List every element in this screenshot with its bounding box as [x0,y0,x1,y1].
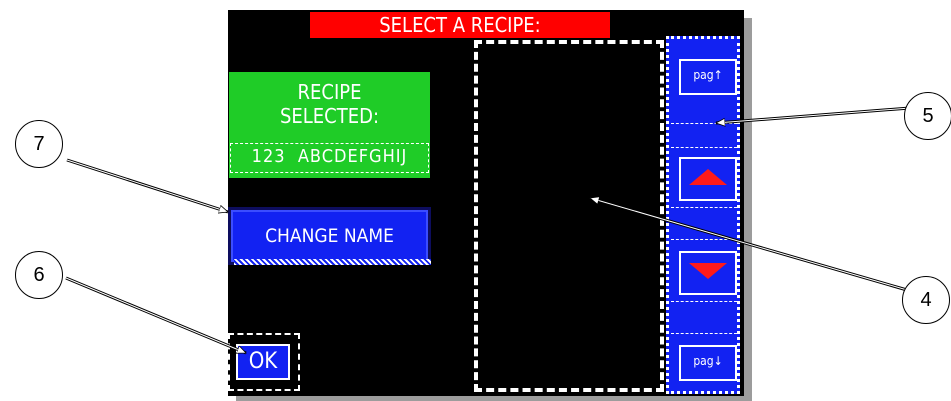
callout-6: 6 [15,251,63,299]
callout-leader-lines [65,106,911,355]
callout-7: 7 [15,120,63,168]
callout-4: 4 [902,276,950,324]
callout-5: 5 [904,92,951,140]
